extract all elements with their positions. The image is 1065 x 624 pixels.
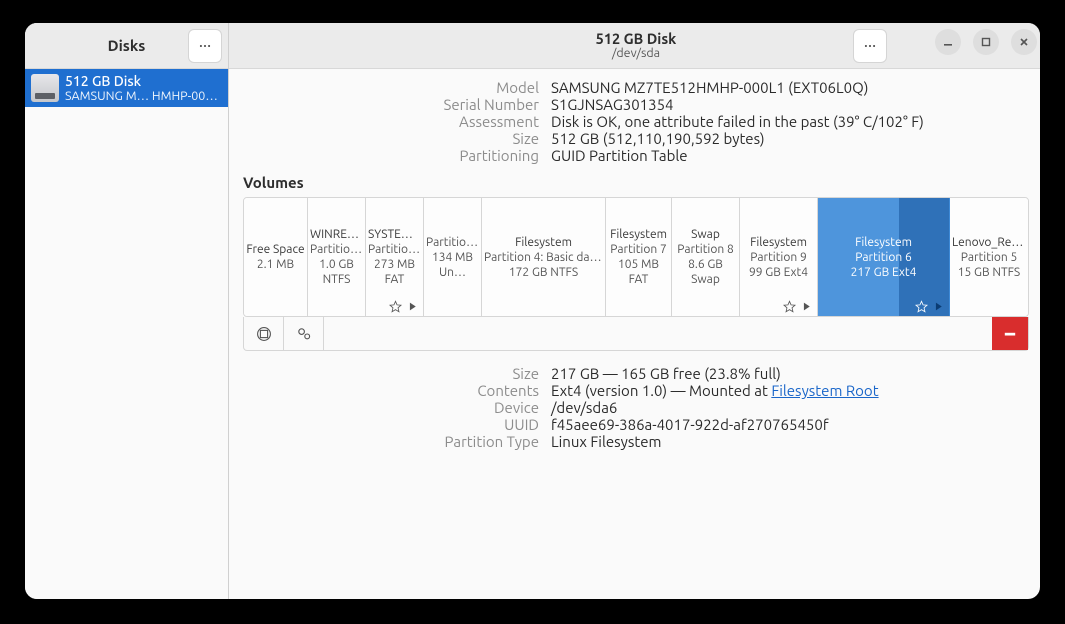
- part-size-value: 217 GB — 165 GB free (23.8% full): [551, 365, 1040, 382]
- partition-properties: Size 217 GB — 165 GB free (23.8% full) C…: [229, 351, 1040, 454]
- star-icon: [389, 300, 402, 313]
- disk-properties: Model SAMSUNG MZ7TE512HMHP-000L1 (EXT06L…: [229, 69, 1040, 168]
- app-menu-button[interactable]: [188, 29, 222, 63]
- unmount-button[interactable]: [244, 317, 284, 350]
- disk-size-value: 512 GB (512,110,190,592 bytes): [551, 130, 1040, 147]
- disk-list-model: SAMSUNG M… HMHP-000L1: [65, 89, 222, 103]
- main-pane: 512 GB Disk /dev/sda Model SAMSUNG MZ7TE…: [229, 23, 1040, 599]
- star-icon: [915, 300, 928, 313]
- app-title: Disks: [108, 37, 146, 54]
- volume-block[interactable]: Free Space2.1 MB: [244, 198, 308, 316]
- drive-icon: [31, 74, 59, 102]
- volume-block[interactable]: FilesystemPartition 4: Basic data …172 G…: [482, 198, 606, 316]
- sidebar-header: Disks: [25, 23, 228, 69]
- volume-block[interactable]: WINRE_DRVPartition 11.0 GB NTFS: [308, 198, 366, 316]
- volume-block[interactable]: Lenovo_Rec…Partition 515 GB NTFS: [950, 198, 1028, 316]
- volume-block[interactable]: FilesystemPartition 7105 MB FAT: [606, 198, 672, 316]
- mountpoint-link[interactable]: Filesystem Root: [771, 382, 878, 399]
- maximize-button[interactable]: [973, 29, 999, 55]
- drive-menu-button[interactable]: [853, 29, 887, 63]
- volume-block[interactable]: SYSTEM_D…Partition 2…273 MB FAT: [366, 198, 424, 316]
- volume-block[interactable]: FilesystemPartition 6217 GB Ext4: [818, 198, 950, 316]
- volume-block[interactable]: Partition 3…134 MB Un…: [424, 198, 482, 316]
- minimize-button[interactable]: [935, 29, 961, 55]
- volume-settings-button[interactable]: [284, 317, 324, 350]
- part-contents-value: Ext4 (version 1.0) — Mounted at Filesyst…: [551, 382, 1040, 399]
- part-type-value: Linux Filesystem: [551, 433, 1040, 450]
- part-uuid-value: f45aee69-386a-4017-922d-af270765450f: [551, 416, 1040, 433]
- serial-value: S1GJNSAG301354: [551, 96, 1040, 113]
- star-icon: [783, 300, 796, 313]
- page-subtitle: /dev/sda: [596, 47, 677, 61]
- volume-block[interactable]: FilesystemPartition 999 GB Ext4: [740, 198, 818, 316]
- sidebar: Disks 512 GB Disk SAMSUNG M… HMHP-000L1: [25, 23, 229, 599]
- disk-list: 512 GB Disk SAMSUNG M… HMHP-000L1: [25, 69, 228, 599]
- delete-partition-button[interactable]: [992, 317, 1028, 350]
- play-icon: [800, 300, 813, 313]
- page-title: 512 GB Disk: [596, 31, 677, 47]
- volume-block[interactable]: SwapPartition 88.6 GB Swap: [672, 198, 740, 316]
- volumes-strip: Free Space2.1 MBWINRE_DRVPartition 11.0 …: [243, 197, 1029, 317]
- gnome-disks-window: Disks 512 GB Disk SAMSUNG M… HMHP-000L1 …: [25, 23, 1040, 599]
- close-button[interactable]: [1011, 29, 1037, 55]
- partitioning-value: GUID Partition Table: [551, 147, 1040, 164]
- volumes-heading: Volumes: [229, 168, 1040, 197]
- model-value: SAMSUNG MZ7TE512HMHP-000L1 (EXT06L0Q): [551, 79, 1040, 96]
- part-device-value: /dev/sda6: [551, 399, 1040, 416]
- disk-list-item[interactable]: 512 GB Disk SAMSUNG M… HMHP-000L1: [25, 69, 228, 107]
- assessment-value: Disk is OK, one attribute failed in the …: [551, 113, 1040, 130]
- play-icon: [932, 300, 945, 313]
- headerbar: 512 GB Disk /dev/sda: [229, 23, 1040, 69]
- window-controls: [935, 29, 1037, 55]
- disk-list-title: 512 GB Disk: [65, 73, 222, 89]
- play-icon: [406, 300, 419, 313]
- volumes-toolbar: [243, 317, 1029, 351]
